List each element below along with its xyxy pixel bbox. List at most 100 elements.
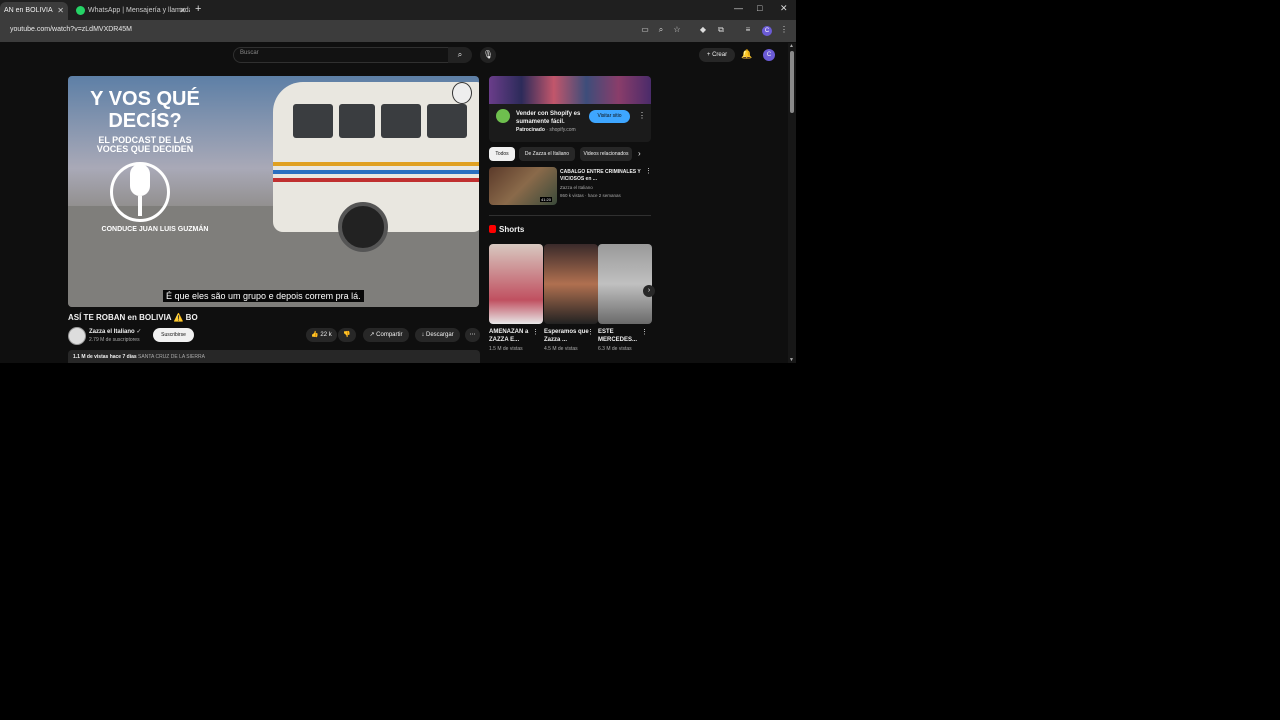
shopify-logo-icon [496,109,510,123]
shorts-heading-text: Shorts [499,225,525,234]
bus-stripe [273,162,479,166]
podcast-subtitle: EL PODCAST DE LAS VOCES QUE DECIDEN [96,135,194,154]
more-vertical-icon[interactable]: ⋮ [532,328,539,336]
chevron-right-icon[interactable]: › [643,285,655,297]
podcast-host: CONDUCE JUAN LUIS GUZMÁN [101,226,209,233]
channel-avatar[interactable] [68,327,86,345]
search-input[interactable]: Buscar [233,47,449,63]
address-bar: youtube.com/watch?v=zLdMVXDR45M ▭ ⌕ ☆ ◆ … [0,20,796,42]
bus-window [339,104,375,138]
browser-window: AN en BOLIVIA ✕ WhatsApp | Mensajería y … [0,0,796,363]
scroll-up-icon[interactable]: ▲ [789,43,794,49]
view-count: 1.1 M de vistas [73,354,109,360]
tab-label: AN en BOLIVIA [4,7,53,14]
recommended-title: CABALGO ENTRE CRIMINALES Y VICIOSOS en .… [560,169,641,182]
video-duration: 41:20 [540,197,553,202]
channel-name[interactable]: Zazza el Italiano ✓ [89,328,141,335]
whatsapp-icon [76,6,85,15]
search-button[interactable]: ⌕ [448,47,472,63]
more-horizontal-icon: ⋯ [469,332,476,338]
chip-from-channel[interactable]: De Zazza el Italiano [519,147,575,161]
share-icon: ↗ [369,332,375,338]
microphone-icon: 🎙 [482,50,494,59]
location-tag[interactable]: SANTA CRUZ DE LA SIERRA [138,354,205,360]
ad-domain: shopify.com [549,127,576,133]
bus-wheel [338,202,388,252]
more-vertical-icon[interactable]: ⋮ [645,167,652,175]
recommended-video[interactable]: 41:20 CABALGO ENTRE CRIMINALES Y VICIOSO… [489,167,652,207]
bus-window [427,104,467,138]
podcast-mic-stand [138,196,142,216]
download-button[interactable]: ↓ Descargar [415,328,460,342]
scroll-down-icon[interactable]: ▼ [789,357,794,363]
bookmark-star-icon[interactable]: ☆ [672,25,682,35]
ad-more-icon[interactable]: ⋮ [638,111,646,120]
menu-icon[interactable]: ⋮ [779,25,789,35]
zoom-icon[interactable]: ⌕ [656,25,666,35]
close-tab-icon[interactable]: ✕ [57,2,64,19]
share-label: Compartir [376,332,403,338]
video-player[interactable]: Y VOS QUÉ DECÍS? EL PODCAST DE LAS VOCES… [68,76,479,307]
short-title[interactable]: AMENAZAN a ZAZZA E... [489,328,537,344]
ad-text: Vender con Shopify es sumamente fácil. [516,111,581,125]
more-vertical-icon[interactable]: ⋮ [587,328,594,336]
tab-whatsapp[interactable]: WhatsApp | Mensajería y llamadas ✕ [72,2,190,20]
description-box[interactable]: 1.1 M de vistas hace 7 días SANTA CRUZ D… [68,350,480,363]
subscribe-button[interactable]: Suscribirse [153,328,194,342]
visit-site-button[interactable]: Visitar sitio [589,110,630,123]
thumbs-up-icon: 👍 [311,332,319,338]
short-thumbnail[interactable] [544,244,598,324]
page-scrollbar[interactable]: ▲ ▼ [788,43,796,363]
short-title[interactable]: Esperamos que Zazza ... [544,328,592,344]
bus-stripe [273,178,479,182]
browser-profile-avatar[interactable]: C [762,26,772,36]
dislike-button[interactable]: 👎 [338,328,356,342]
short-views: 1.5 M de vistas [489,346,523,352]
short-title[interactable]: ESTE MERCEDES... [598,328,646,344]
upload-age: hace 7 días [109,354,137,360]
chevron-right-icon[interactable]: › [638,149,641,158]
section-divider [489,215,651,216]
like-button[interactable]: 👍 22 k [306,328,337,342]
media-control-icon[interactable]: ≡ [743,25,753,35]
tab-youtube[interactable]: AN en BOLIVIA ✕ [0,2,68,20]
tab-strip: AN en BOLIVIA ✕ WhatsApp | Mensajería y … [0,0,796,20]
share-button[interactable]: ↗ Compartir [363,328,409,342]
new-tab-icon[interactable]: + [195,3,201,15]
more-actions-button[interactable]: ⋯ [465,328,480,342]
account-avatar[interactable]: C [763,49,775,61]
video-title: ASÍ TE ROBAN en BOLIVIA ⚠️ BO [68,313,198,322]
voice-search-button[interactable]: 🎙 [480,47,496,63]
scrollbar-thumb[interactable] [790,51,794,113]
notifications-bell-icon[interactable]: 🔔 [741,49,752,60]
podcast-microphone-icon [130,164,150,196]
minimize-icon[interactable]: — [734,3,743,13]
maximize-icon[interactable]: □ [757,3,762,13]
subscriber-count: 2.79 M de suscriptores [89,337,140,343]
shorts-heading: Shorts [489,225,524,234]
closed-caption: É que eles são um grupo e depois correm … [163,290,364,302]
like-count: 22 k [320,332,332,338]
bus-stripe [273,170,479,174]
cast-icon[interactable]: ▭ [640,25,650,35]
short-thumbnail[interactable] [489,244,543,324]
create-button[interactable]: + Crear [699,48,735,62]
sponsored-label: Patrocinado [516,127,545,133]
ad-sponsored: Patrocinado · shopify.com [516,127,576,133]
download-icon: ↓ [421,332,425,338]
short-thumbnail[interactable] [598,244,652,324]
short-views: 4.5 M de vistas [544,346,578,352]
description-meta: 1.1 M de vistas hace 7 días SANTA CRUZ D… [73,354,205,360]
chip-all[interactable]: Todos [489,147,515,161]
search-icon: ⌕ [457,50,463,59]
more-vertical-icon[interactable]: ⋮ [641,328,648,336]
chip-related[interactable]: Videos relacionados [580,147,632,161]
shield-icon[interactable]: ◆ [698,25,708,35]
bus-window [381,104,421,138]
close-tab-icon[interactable]: ✕ [179,2,186,19]
shorts-logo-icon [489,225,496,233]
sidebar-ad[interactable]: Vender con Shopify es sumamente fácil. P… [489,76,651,142]
url-field[interactable]: youtube.com/watch?v=zLdMVXDR45M [10,26,132,33]
extensions-icon[interactable]: ⧉ [716,25,726,35]
close-window-icon[interactable]: ✕ [780,3,788,14]
